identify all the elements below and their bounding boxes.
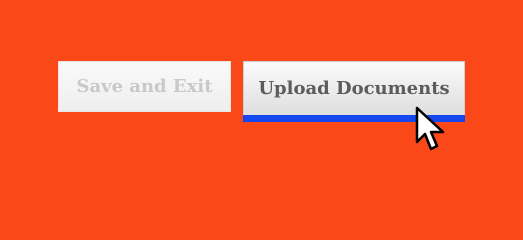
upload-button-focus-indicator bbox=[243, 115, 465, 122]
upload-documents-button[interactable]: Upload Documents bbox=[243, 61, 465, 115]
save-and-exit-button[interactable]: Save and Exit bbox=[58, 61, 231, 112]
